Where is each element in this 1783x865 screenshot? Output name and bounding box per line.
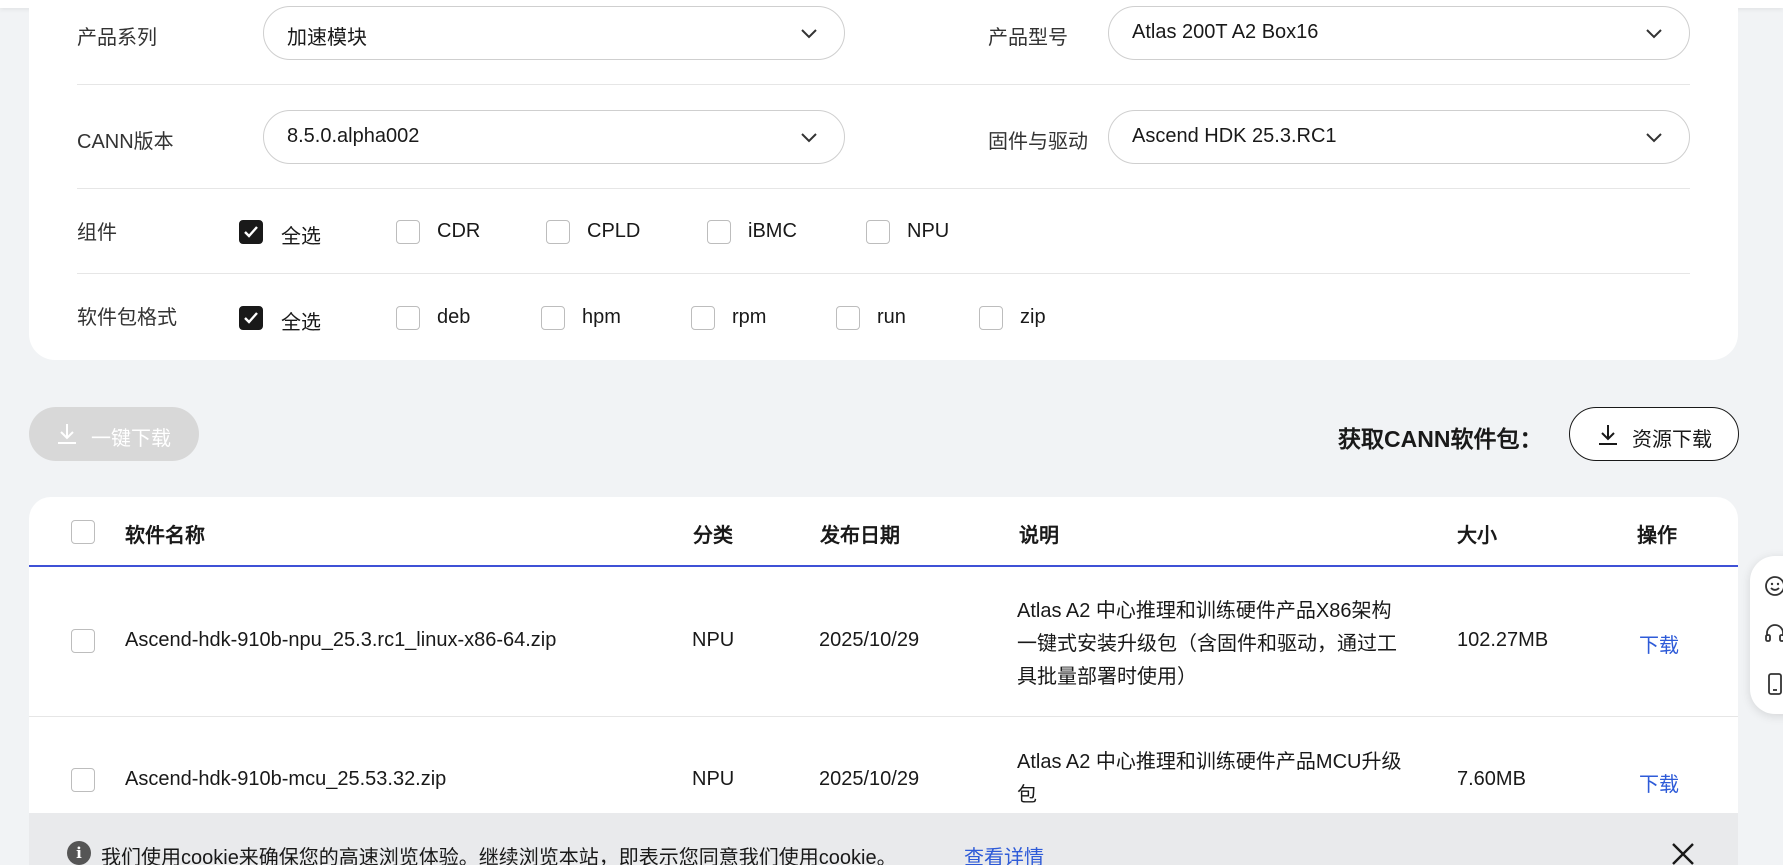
row-download-link[interactable]: 下载 bbox=[1639, 768, 1679, 797]
col-header-date[interactable]: 发布日期 bbox=[820, 519, 900, 548]
col-header-size[interactable]: 大小 bbox=[1457, 519, 1497, 548]
component-option-label[interactable]: CDR bbox=[437, 220, 480, 243]
download-icon bbox=[1599, 425, 1617, 445]
col-header-category[interactable]: 分类 bbox=[693, 519, 733, 548]
col-header-desc: 说明 bbox=[1019, 525, 1059, 547]
format-option-label[interactable]: 全选 bbox=[281, 306, 321, 335]
mobile-phone-icon[interactable] bbox=[1763, 672, 1783, 696]
series-select[interactable]: 加速模块 bbox=[263, 6, 845, 60]
row-size: 102.27MB bbox=[1457, 629, 1549, 651]
checkbox-select-all-rows[interactable] bbox=[71, 520, 95, 544]
chevron-down-icon bbox=[1646, 29, 1662, 39]
series-label: 产品系列 bbox=[77, 27, 157, 49]
row-category: NPU bbox=[692, 768, 735, 790]
checkbox-format-rpm[interactable] bbox=[691, 306, 715, 330]
row-description-line: Atlas A2 中心推理和训练硬件产品X86架构 bbox=[1017, 600, 1392, 622]
row-description-line: 包 bbox=[1017, 784, 1037, 806]
row-download-link[interactable]: 下载 bbox=[1639, 629, 1679, 658]
model-value: Atlas 200T A2 Box16 bbox=[1132, 21, 1319, 43]
checkbox-format-deb[interactable] bbox=[396, 306, 420, 330]
cookie-message: 我们使用cookie来确保您的高速浏览体验。继续浏览本站，即表示您同意我们使用c… bbox=[101, 847, 897, 865]
checkbox-format-hpm[interactable] bbox=[541, 306, 565, 330]
model-select[interactable]: Atlas 200T A2 Box16 bbox=[1108, 6, 1690, 60]
checkbox-component-cdr[interactable] bbox=[396, 220, 420, 244]
format-option-label[interactable]: deb bbox=[437, 306, 470, 329]
cann-select[interactable]: 8.5.0.alpha002 bbox=[263, 110, 845, 164]
chevron-down-icon bbox=[801, 29, 817, 39]
filter-row-version: CANN版本 8.5.0.alpha002 固件与驱动 Ascend HDK 2… bbox=[77, 85, 1690, 189]
format-option-label[interactable]: zip bbox=[1020, 306, 1046, 329]
model-label: 产品型号 bbox=[988, 27, 1068, 49]
row-category: NPU bbox=[692, 629, 735, 651]
row-description-line: 具批量部署时使用） bbox=[1017, 666, 1197, 688]
row-description: Atlas A2 中心推理和训练硬件产品MCU升级 包 bbox=[1017, 746, 1432, 812]
row-checkbox[interactable] bbox=[71, 768, 95, 792]
component-option-label[interactable]: 全选 bbox=[281, 220, 321, 249]
row-name: Ascend-hdk-910b-mcu_25.53.32.zip bbox=[125, 768, 447, 790]
format-option-label[interactable]: hpm bbox=[582, 306, 621, 329]
row-name: Ascend-hdk-910b-npu_25.3.rc1_linux-x86-6… bbox=[125, 629, 557, 651]
batch-download-label: 一键下载 bbox=[91, 428, 171, 450]
customer-service-icon[interactable] bbox=[1763, 622, 1783, 646]
info-icon: i bbox=[67, 841, 91, 865]
format-option-label[interactable]: rpm bbox=[732, 306, 766, 329]
check-icon bbox=[244, 226, 258, 238]
filter-panel: 产品系列 加速模块 产品型号 Atlas 200T A2 Box16 CANN版… bbox=[29, 0, 1738, 360]
series-value: 加速模块 bbox=[287, 27, 367, 49]
col-header-name[interactable]: 软件名称 bbox=[125, 519, 205, 548]
row-description: Atlas A2 中心推理和训练硬件产品X86架构 一键式安装升级包（含固件和驱… bbox=[1017, 595, 1432, 694]
filter-row-product: 产品系列 加速模块 产品型号 Atlas 200T A2 Box16 bbox=[77, 0, 1690, 85]
row-size: 7.60MB bbox=[1457, 768, 1526, 790]
col-header-op: 操作 bbox=[1637, 525, 1677, 547]
components-label: 组件 bbox=[77, 222, 117, 244]
checkbox-format-zip[interactable] bbox=[979, 306, 1003, 330]
filter-row-formats: 软件包格式 全选 deb hpm rpm run zip bbox=[77, 274, 1690, 360]
feedback-smile-icon[interactable] bbox=[1763, 574, 1783, 598]
resource-download-button[interactable]: 资源下载 bbox=[1569, 407, 1739, 461]
table-header: 软件名称 分类 发布日期 说明 大小 操作 bbox=[29, 497, 1738, 567]
checkbox-component-npu[interactable] bbox=[866, 220, 890, 244]
check-icon bbox=[244, 312, 258, 324]
cann-label: CANN版本 bbox=[77, 131, 174, 153]
firmware-select[interactable]: Ascend HDK 25.3.RC1 bbox=[1108, 110, 1690, 164]
firmware-label: 固件与驱动 bbox=[988, 131, 1088, 153]
checkbox-format-all[interactable] bbox=[239, 306, 263, 330]
row-date: 2025/10/29 bbox=[819, 629, 920, 651]
close-icon[interactable] bbox=[1670, 841, 1696, 865]
component-option-label[interactable]: iBMC bbox=[748, 220, 797, 243]
chevron-down-icon bbox=[1646, 133, 1662, 143]
row-description-line: 一键式安装升级包（含固件和驱动，通过工 bbox=[1017, 633, 1397, 655]
cann-value: 8.5.0.alpha002 bbox=[287, 125, 420, 147]
download-icon bbox=[58, 424, 76, 444]
table-row: Ascend-hdk-910b-npu_25.3.rc1_linux-x86-6… bbox=[29, 567, 1738, 717]
floating-service-bar bbox=[1750, 556, 1783, 714]
checkbox-component-cpld[interactable] bbox=[546, 220, 570, 244]
firmware-value: Ascend HDK 25.3.RC1 bbox=[1132, 125, 1337, 147]
row-checkbox[interactable] bbox=[71, 629, 95, 653]
component-option-label[interactable]: CPLD bbox=[587, 220, 640, 243]
filter-row-components: 组件 全选 CDR CPLD iBMC NPU bbox=[77, 189, 1690, 274]
chevron-down-icon bbox=[801, 133, 817, 143]
formats-label: 软件包格式 bbox=[77, 307, 177, 329]
checkbox-format-run[interactable] bbox=[836, 306, 860, 330]
get-cann-label: 获取CANN软件包： bbox=[1338, 426, 1543, 452]
batch-download-button[interactable]: 一键下载 bbox=[29, 407, 199, 461]
checkbox-component-all[interactable] bbox=[239, 220, 263, 244]
cookie-banner: i 我们使用cookie来确保您的高速浏览体验。继续浏览本站，即表示您同意我们使… bbox=[29, 813, 1738, 865]
format-option-label[interactable]: run bbox=[877, 306, 906, 329]
row-description-line: Atlas A2 中心推理和训练硬件产品MCU升级 bbox=[1017, 751, 1402, 773]
row-date: 2025/10/29 bbox=[819, 768, 920, 790]
cookie-details-link[interactable]: 查看详情 bbox=[964, 841, 1044, 865]
resource-download-label: 资源下载 bbox=[1632, 429, 1712, 451]
software-table: 软件名称 分类 发布日期 说明 大小 操作 Ascend-hdk-910b-np… bbox=[29, 497, 1738, 865]
checkbox-component-ibmc[interactable] bbox=[707, 220, 731, 244]
component-option-label[interactable]: NPU bbox=[907, 220, 949, 243]
